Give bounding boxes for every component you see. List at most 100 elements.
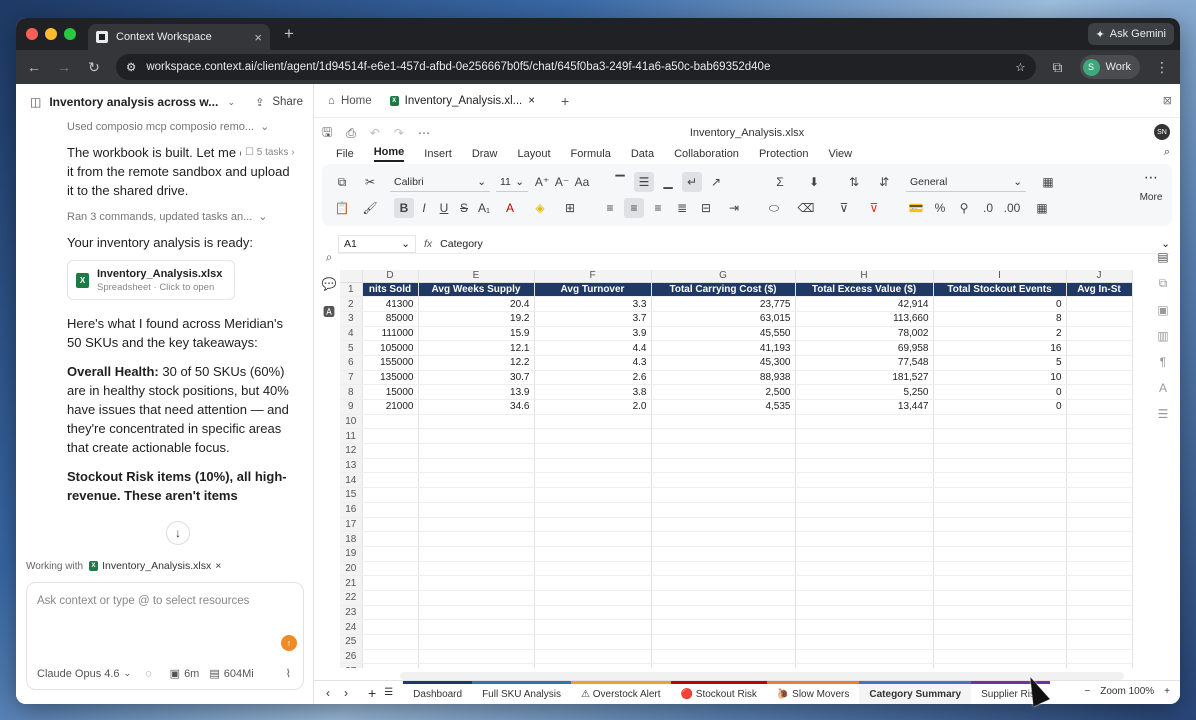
prev-sheet-icon[interactable]: ‹ <box>326 686 330 700</box>
empty-cell[interactable] <box>362 487 419 503</box>
empty-cell[interactable] <box>933 517 1067 533</box>
empty-cell[interactable] <box>534 414 652 430</box>
italic-icon[interactable]: I <box>414 198 434 218</box>
site-info-icon[interactable]: ⚙ <box>126 60 136 74</box>
empty-cell[interactable] <box>534 487 652 503</box>
empty-cell[interactable] <box>418 458 535 474</box>
bookmark-star-icon[interactable]: ☆ <box>1015 60 1025 74</box>
empty-cell[interactable] <box>534 517 652 533</box>
paste-icon[interactable]: 📋 <box>332 198 352 218</box>
conditional-format-icon[interactable]: ▦ <box>1038 172 1058 192</box>
empty-cell[interactable] <box>795 458 934 474</box>
menu-layout[interactable]: Layout <box>517 148 550 160</box>
data-cell[interactable]: 85000 <box>362 311 419 327</box>
chevron-down-icon[interactable]: ⌄ <box>124 668 132 679</box>
send-button[interactable]: ↑ <box>281 635 297 651</box>
empty-cell[interactable] <box>418 531 535 547</box>
data-cell[interactable]: 2.6 <box>534 370 652 386</box>
data-cell[interactable] <box>1066 326 1133 342</box>
data-cell[interactable] <box>1066 296 1133 312</box>
data-cell[interactable] <box>1066 384 1133 400</box>
row-number[interactable]: 3 <box>340 311 363 327</box>
empty-cell[interactable] <box>362 561 419 577</box>
empty-cell[interactable] <box>362 605 419 621</box>
column-header[interactable]: F <box>534 270 652 283</box>
data-cell[interactable]: 10 <box>933 370 1067 386</box>
empty-cell[interactable] <box>651 605 796 621</box>
empty-cell[interactable] <box>418 428 535 445</box>
browser-menu-icon[interactable]: ⋮ <box>1154 59 1170 76</box>
data-cell[interactable]: 13,447 <box>795 399 934 415</box>
data-cell[interactable]: 15000 <box>362 384 419 400</box>
tab-close-icon[interactable]: × <box>254 30 262 45</box>
header-cell[interactable]: Total Carrying Cost ($) <box>651 282 796 298</box>
file-attachment-card[interactable]: X Inventory_Analysis.xlsx Spreadsheet · … <box>67 260 235 300</box>
add-tab-button[interactable]: + <box>561 93 569 109</box>
sheet-tab[interactable]: Category Summary <box>859 680 972 704</box>
data-cell[interactable]: 45,550 <box>651 326 796 342</box>
data-cell[interactable]: 181,527 <box>795 370 934 386</box>
empty-cell[interactable] <box>651 619 796 635</box>
empty-cell[interactable] <box>1066 458 1133 474</box>
justify-icon[interactable]: ≣ <box>672 198 692 218</box>
format-painter-icon[interactable]: 🖌 <box>360 198 380 218</box>
rotate-text-icon[interactable]: ↗ <box>706 172 726 192</box>
data-cell[interactable]: 15.9 <box>418 326 535 342</box>
data-cell[interactable]: 88,938 <box>651 370 796 386</box>
data-cell[interactable]: 19.2 <box>418 311 535 327</box>
row-number[interactable]: 4 <box>340 326 363 342</box>
menu-data[interactable]: Data <box>631 148 654 160</box>
paragraph-icon[interactable]: ¶ <box>1160 355 1166 369</box>
empty-cell[interactable] <box>534 634 652 650</box>
empty-cell[interactable] <box>1066 605 1133 621</box>
decrease-font-icon[interactable]: A⁻ <box>552 172 572 192</box>
empty-cell[interactable] <box>534 458 652 474</box>
empty-cell[interactable] <box>362 663 419 668</box>
header-cell[interactable]: Total Excess Value ($) <box>795 282 934 298</box>
empty-cell[interactable] <box>933 487 1067 503</box>
empty-cell[interactable] <box>795 619 934 635</box>
empty-cell[interactable] <box>651 428 796 445</box>
empty-cell[interactable] <box>362 619 419 635</box>
align-left-icon[interactable]: ≡ <box>600 198 620 218</box>
data-cell[interactable]: 2,500 <box>651 384 796 400</box>
row-number[interactable]: 19 <box>340 546 363 562</box>
data-cell[interactable]: 3.9 <box>534 326 652 342</box>
empty-cell[interactable] <box>362 472 419 489</box>
sort-ascending-icon[interactable]: ⇅ <box>844 172 864 192</box>
empty-cell[interactable] <box>534 502 652 518</box>
empty-cell[interactable] <box>1066 634 1133 650</box>
empty-cell[interactable] <box>418 487 535 503</box>
empty-cell[interactable] <box>418 634 535 650</box>
data-cell[interactable]: 12.2 <box>418 355 535 371</box>
working-file-chip[interactable]: X Inventory_Analysis.xlsx × <box>89 560 221 572</box>
data-cell[interactable]: 3.8 <box>534 384 652 400</box>
cut-icon[interactable]: ✂ <box>360 172 380 192</box>
data-cell[interactable]: 77,548 <box>795 355 934 371</box>
data-cell[interactable]: 20.4 <box>418 296 535 312</box>
data-cell[interactable]: 4.4 <box>534 340 652 356</box>
menu-file[interactable]: File <box>336 148 354 160</box>
data-cell[interactable]: 8 <box>933 311 1067 327</box>
empty-cell[interactable] <box>651 502 796 518</box>
empty-cell[interactable] <box>418 472 535 489</box>
data-cell[interactable]: 41300 <box>362 296 419 312</box>
row-number[interactable]: 27 <box>340 663 363 668</box>
empty-cell[interactable] <box>651 517 796 533</box>
empty-cell[interactable] <box>933 458 1067 474</box>
sheet-table[interactable]: D E F G H I J 1 nits Sold Avg Weeks Supply Avg Tur… <box>340 270 1133 668</box>
empty-cell[interactable] <box>534 531 652 547</box>
empty-cell[interactable] <box>362 428 419 445</box>
empty-cell[interactable] <box>1066 502 1133 518</box>
empty-cell[interactable] <box>362 414 419 430</box>
empty-cell[interactable] <box>651 414 796 430</box>
data-cell[interactable]: 0 <box>933 399 1067 415</box>
data-cell[interactable]: 78,002 <box>795 326 934 342</box>
empty-cell[interactable] <box>534 590 652 606</box>
empty-cell[interactable] <box>534 472 652 489</box>
row-number[interactable]: 14 <box>340 472 363 489</box>
empty-cell[interactable] <box>933 443 1067 459</box>
sum-icon[interactable]: Σ <box>770 172 790 192</box>
column-header[interactable]: E <box>418 270 535 283</box>
sort-descending-icon[interactable]: ⇵ <box>874 172 894 192</box>
